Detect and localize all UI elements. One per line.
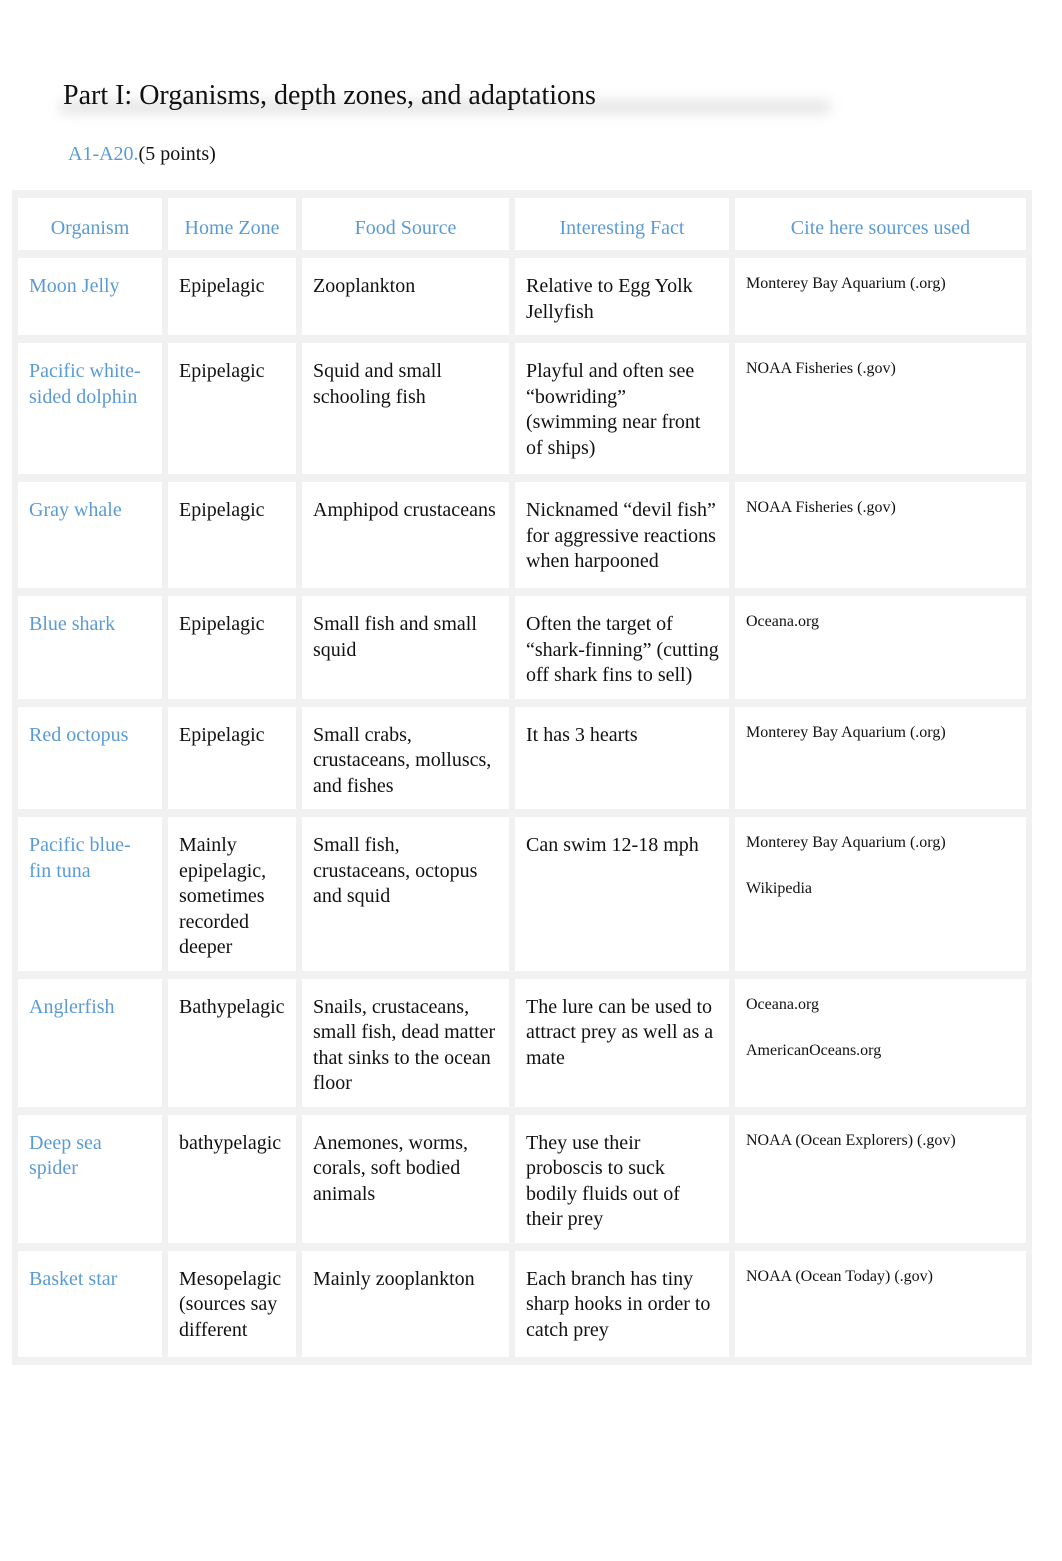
- fact-cell: Playful and often see “bowriding” (swimm…: [515, 343, 735, 482]
- home-zone-cell: bathypelagic: [168, 1114, 302, 1251]
- header-home-zone: Home Zone: [168, 190, 302, 258]
- sources-cell: NOAA Fisheries (.gov): [735, 482, 1032, 596]
- fact-cell: Can swim 12-18 mph: [515, 817, 735, 979]
- table-row: Red octopus Epipelagic Small crabs, crusta…: [12, 706, 1032, 817]
- section-subheading: A1-A20.(5 points): [68, 143, 216, 166]
- header-organism: Organism: [12, 190, 168, 258]
- home-zone-cell: Mainly epipelagic, sometimes recorded de…: [168, 817, 302, 979]
- home-zone-cell: Epipelagic: [168, 482, 302, 596]
- sources-cell: Monterey Bay Aquarium (.org) Wikipedia: [735, 817, 1032, 979]
- home-zone-cell: Bathypelagic: [168, 978, 302, 1115]
- source-entry: Wikipedia: [746, 880, 812, 897]
- table-row: Pacific white-sided dolphin Epipelagic Squ…: [12, 343, 1032, 482]
- header-sources: Cite here sources used: [735, 190, 1032, 258]
- fact-cell: Often the target of “shark-finning” (cut…: [515, 596, 735, 707]
- fact-cell: Nicknamed “devil fish” for aggressive re…: [515, 482, 735, 596]
- source-entry: NOAA (Ocean Today) (.gov): [746, 1267, 933, 1285]
- source-entry: Monterey Bay Aquarium (.org): [746, 723, 946, 741]
- organism-cell: Basket star: [12, 1250, 168, 1365]
- food-source-cell: Small fish, crustaceans, octopus and squ…: [302, 817, 515, 979]
- sources-cell: NOAA (Ocean Today) (.gov): [735, 1250, 1032, 1365]
- sources-cell: Monterey Bay Aquarium (.org): [735, 258, 1032, 343]
- points: (5 points): [138, 143, 216, 165]
- question-range: A1-A20.: [68, 143, 139, 165]
- food-source-cell: Anemones, worms, corals, soft bodied ani…: [302, 1114, 515, 1251]
- source-entry: NOAA Fisheries (.gov): [746, 360, 896, 377]
- source-entry: Oceana.org: [746, 995, 819, 1013]
- header-interesting-fact: Interesting Fact: [515, 190, 735, 258]
- table-row: Gray whale Epipelagic Amphipod crustaceans…: [12, 482, 1032, 596]
- food-source-cell: Snails, crustaceans, small fish, dead ma…: [302, 978, 515, 1115]
- fact-cell: The lure can be used to attract prey as …: [515, 978, 735, 1115]
- source-entry: AmericanOceans.org: [746, 1041, 882, 1059]
- food-source-cell: Amphipod crustaceans: [302, 482, 515, 596]
- organism-cell: Anglerfish: [12, 978, 168, 1115]
- sources-cell: Oceana.org AmericanOceans.org: [735, 978, 1032, 1115]
- sources-cell: NOAA (Ocean Explorers) (.gov): [735, 1114, 1032, 1251]
- source-entry: NOAA Fisheries (.gov): [746, 499, 896, 516]
- table-row: Anglerfish Bathypelagic Snails, crustacean…: [12, 978, 1032, 1115]
- food-source-cell: Zooplankton: [302, 258, 515, 343]
- home-zone-cell: Epipelagic: [168, 706, 302, 817]
- table-row: Blue shark Epipelagic Small fish and small…: [12, 596, 1032, 707]
- food-source-cell: Mainly zooplankton: [302, 1250, 515, 1365]
- home-zone-cell: Epipelagic: [168, 343, 302, 482]
- fact-cell: Each branch has tiny sharp hooks in orde…: [515, 1250, 735, 1365]
- sources-cell: Monterey Bay Aquarium (.org): [735, 706, 1032, 817]
- organism-cell: Pacific blue-fin tuna: [12, 817, 168, 979]
- source-entry: Monterey Bay Aquarium (.org): [746, 834, 946, 851]
- sources-cell: NOAA Fisheries (.gov): [735, 343, 1032, 482]
- organism-cell: Red octopus: [12, 706, 168, 817]
- home-zone-cell: Epipelagic: [168, 258, 302, 343]
- header-food-source: Food Source: [302, 190, 515, 258]
- organism-cell: Gray whale: [12, 482, 168, 596]
- organism-cell: Deep sea spider: [12, 1114, 168, 1251]
- page-title: Part I: Organisms, depth zones, and adap…: [63, 80, 596, 111]
- fact-cell: Relative to Egg Yolk Jellyfish: [515, 258, 735, 343]
- fact-cell: It has 3 hearts: [515, 706, 735, 817]
- food-source-cell: Small fish and small squid: [302, 596, 515, 707]
- table-row: Deep sea spider bathypelagic Anemones, wor…: [12, 1114, 1032, 1251]
- organism-cell: Pacific white-sided dolphin: [12, 343, 168, 482]
- home-zone-cell: Mesopelagic (sources say different: [168, 1250, 302, 1365]
- source-entry: Oceana.org: [746, 613, 819, 630]
- food-source-cell: Small crabs, crustaceans, molluscs, and …: [302, 706, 515, 817]
- organisms-table: Organism Home Zone Food Source Interesti…: [12, 190, 1032, 1365]
- fact-cell: They use their proboscis to suck bodily …: [515, 1114, 735, 1251]
- home-zone-cell: Epipelagic: [168, 596, 302, 707]
- source-entry: NOAA (Ocean Explorers) (.gov): [746, 1131, 956, 1149]
- table-row: Pacific blue-fin tuna Mainly epipelagic, …: [12, 817, 1032, 979]
- table-header-row: Organism Home Zone Food Source Interesti…: [12, 190, 1032, 258]
- organism-cell: Moon Jelly: [12, 258, 168, 343]
- sources-cell: Oceana.org: [735, 596, 1032, 707]
- table-row: Basket star Mesopelagic (sources say diff…: [12, 1250, 1032, 1365]
- table-row: Moon Jelly Epipelagic Zooplankton Relative …: [12, 258, 1032, 343]
- food-source-cell: Squid and small schooling fish: [302, 343, 515, 482]
- organism-cell: Blue shark: [12, 596, 168, 707]
- source-entry: Monterey Bay Aquarium (.org): [746, 275, 946, 292]
